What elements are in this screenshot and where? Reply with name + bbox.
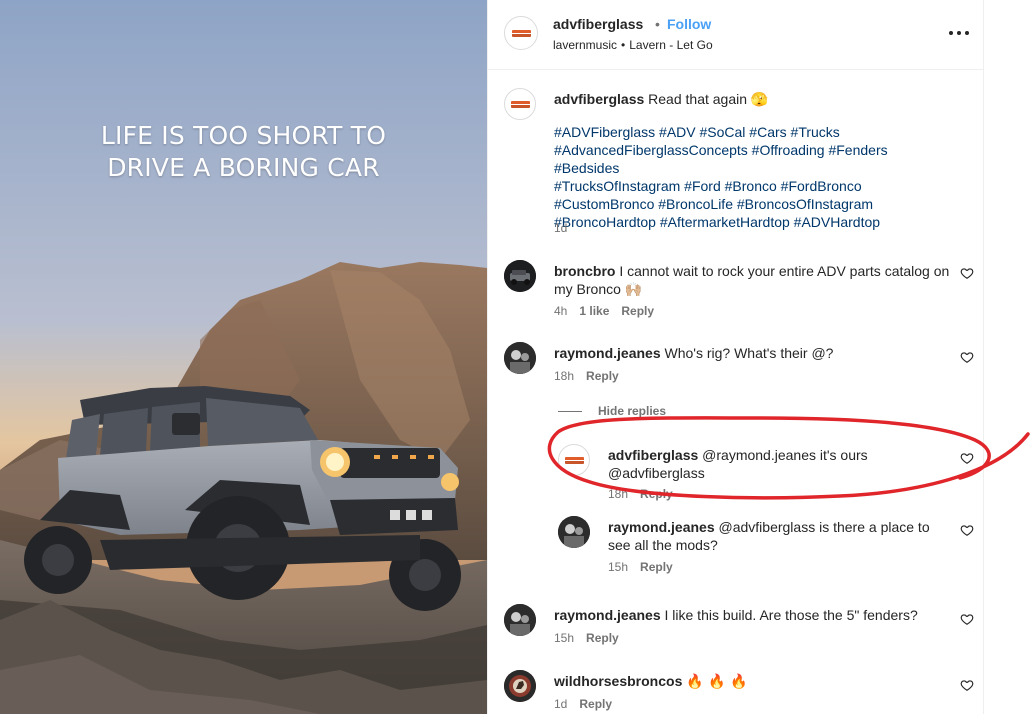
post-overlay-caption: LIFE IS TOO SHORT TO DRIVE A BORING CAR <box>0 120 487 184</box>
audio-separator: • <box>621 38 626 52</box>
adv-logo-icon <box>565 457 584 464</box>
audio-attribution[interactable]: lavernmusic • Lavern - Let Go <box>553 38 713 52</box>
reply-avatar[interactable] <box>558 444 590 476</box>
heart-outline-icon[interactable] <box>960 678 974 692</box>
reply-meta: 15h Reply <box>608 560 685 574</box>
author-avatar[interactable] <box>504 16 538 50</box>
hide-replies-label[interactable]: Hide replies <box>598 404 666 418</box>
overlay-line-2: DRIVE A BORING CAR <box>107 153 380 182</box>
comment-meta: 18h Reply <box>554 369 631 383</box>
caption-time[interactable]: 1d <box>554 221 567 235</box>
person-avatar-icon <box>504 604 536 636</box>
comment-item: raymond.jeanes Who's rig? What's their @… <box>488 342 984 386</box>
comment-text: wildhorsesbroncos 🔥 🔥 🔥 <box>554 672 954 691</box>
reply-button[interactable]: Reply <box>640 560 673 574</box>
caption-username[interactable]: advfiberglass <box>554 91 644 107</box>
comment-text: raymond.jeanes I like this build. Are th… <box>554 606 954 624</box>
comment-item: broncbro I cannot wait to rock your enti… <box>488 260 984 320</box>
hashtags-line-4[interactable]: #CustomBronco #BroncoLife #BroncosOfInst… <box>554 195 954 213</box>
truck-avatar-icon <box>504 260 536 292</box>
reply-item: raymond.jeanes @advfiberglass is there a… <box>488 516 984 576</box>
horse-badge-avatar-icon <box>504 670 536 702</box>
reply-text: advfiberglass @raymond.jeanes it's ours … <box>608 446 953 482</box>
comment-username[interactable]: raymond.jeanes <box>554 607 661 623</box>
reply-item: advfiberglass @raymond.jeanes it's ours … <box>488 444 984 501</box>
comment-time[interactable]: 15h <box>554 631 574 645</box>
page-gutter <box>984 0 1031 714</box>
hide-replies-line <box>558 411 582 413</box>
comment-likes[interactable]: 1 like <box>579 304 609 318</box>
reply-avatar[interactable] <box>558 516 590 548</box>
audio-artist[interactable]: lavernmusic <box>553 38 617 52</box>
hide-replies-button[interactable]: Hide replies <box>558 404 666 418</box>
reply-username[interactable]: raymond.jeanes <box>608 519 715 535</box>
overlay-line-1: LIFE IS TOO SHORT TO <box>100 121 387 150</box>
comment-item: raymond.jeanes I like this build. Are th… <box>488 604 984 648</box>
comment-emoji: 🔥 🔥 🔥 <box>686 674 748 690</box>
comment-body: Who's rig? What's their @? <box>664 345 834 361</box>
comment-time[interactable]: 18h <box>554 369 574 383</box>
adv-logo-icon <box>512 30 531 37</box>
commenter-avatar[interactable] <box>504 260 536 292</box>
audio-track[interactable]: Lavern - Let Go <box>629 38 712 52</box>
follow-button[interactable]: Follow <box>667 16 711 32</box>
reply-meta: 18h Reply <box>608 487 685 501</box>
comment-meta: 4h 1 like Reply <box>554 304 666 318</box>
header-separator: • <box>655 16 660 32</box>
comment-body: I like this build. Are those the 5" fend… <box>664 607 918 623</box>
caption-body: Read that again <box>648 91 748 107</box>
hashtags-line-1[interactable]: #ADVFiberglass #ADV #SoCal #Cars #Trucks <box>554 123 954 141</box>
reply-button[interactable]: Reply <box>579 697 612 711</box>
comment-username[interactable]: broncbro <box>554 263 615 279</box>
caption-meta: 1d <box>554 221 579 235</box>
comment-text: broncbro I cannot wait to rock your enti… <box>554 262 954 299</box>
hashtags-line-5[interactable]: #BroncoHardtop #AftermarketHardtop #ADVH… <box>554 213 954 231</box>
person-avatar-icon <box>504 342 536 374</box>
heart-outline-icon[interactable] <box>960 612 974 626</box>
hashtags-line-3[interactable]: #TrucksOfInstagram #Ford #Bronco #FordBr… <box>554 177 954 195</box>
comment-time[interactable]: 4h <box>554 304 567 318</box>
reply-time[interactable]: 15h <box>608 560 628 574</box>
comment-item: wildhorsesbroncos 🔥 🔥 🔥 1d Reply <box>488 670 984 714</box>
caption-hashtags[interactable]: #ADVFiberglass #ADV #SoCal #Cars #Trucks… <box>554 123 954 231</box>
comment-username[interactable]: raymond.jeanes <box>554 345 661 361</box>
reply-time[interactable]: 18h <box>608 487 628 501</box>
caption-avatar[interactable] <box>504 88 536 120</box>
comment-text: raymond.jeanes Who's rig? What's their @… <box>554 344 954 362</box>
heart-outline-icon[interactable] <box>960 451 974 465</box>
post-header: advfiberglass • Follow lavernmusic • Laver… <box>488 0 984 70</box>
caption-emoji: 🫣 <box>750 92 769 108</box>
commenter-avatar[interactable] <box>504 604 536 636</box>
reply-button[interactable]: Reply <box>586 631 619 645</box>
bronco-photo <box>0 0 487 714</box>
commenter-avatar[interactable] <box>504 342 536 374</box>
reply-text: raymond.jeanes @advfiberglass is there a… <box>608 518 953 554</box>
author-username[interactable]: advfiberglass <box>553 16 643 32</box>
reply-button[interactable]: Reply <box>621 304 654 318</box>
heart-outline-icon[interactable] <box>960 523 974 537</box>
reply-button[interactable]: Reply <box>586 369 619 383</box>
hashtags-line-2[interactable]: #AdvancedFiberglassConcepts #Offroading … <box>554 141 954 177</box>
comment-meta: 1d Reply <box>554 697 624 711</box>
commenter-avatar[interactable] <box>504 670 536 702</box>
adv-logo-icon <box>511 101 530 108</box>
caption: advfiberglass Read that again 🫣 #ADVFibe… <box>488 88 984 238</box>
person-avatar-icon <box>558 516 590 548</box>
comments-panel: advfiberglass • Follow lavernmusic • Laver… <box>487 0 984 714</box>
more-options-icon[interactable] <box>948 20 970 44</box>
comment-username[interactable]: wildhorsesbroncos <box>554 673 682 689</box>
post-image[interactable]: LIFE IS TOO SHORT TO DRIVE A BORING CAR <box>0 0 487 714</box>
caption-text: advfiberglass Read that again 🫣 <box>554 90 954 109</box>
comment-meta: 15h Reply <box>554 631 631 645</box>
heart-outline-icon[interactable] <box>960 350 974 364</box>
heart-outline-icon[interactable] <box>960 266 974 280</box>
reply-username[interactable]: advfiberglass <box>608 447 698 463</box>
comment-time[interactable]: 1d <box>554 697 567 711</box>
comment-emoji: 🙌🏼 <box>624 282 643 298</box>
reply-button[interactable]: Reply <box>640 487 673 501</box>
